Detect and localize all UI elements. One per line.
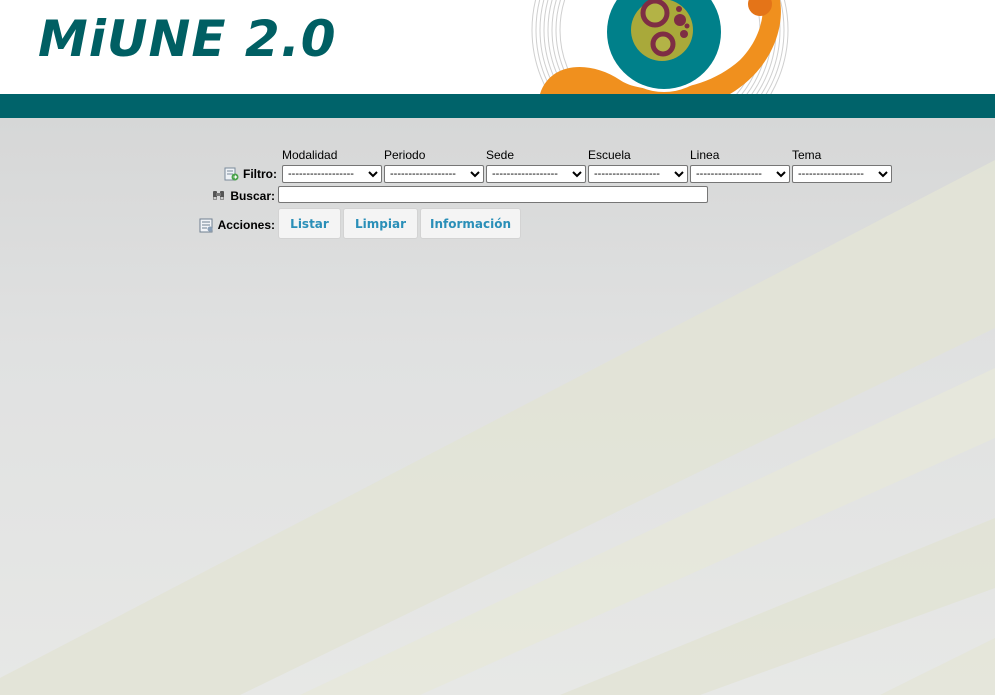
- informacion-button[interactable]: Información: [420, 208, 521, 239]
- select-sede[interactable]: ------------------: [486, 165, 586, 183]
- search-input[interactable]: [278, 186, 708, 203]
- logo-graphic: [531, 0, 789, 94]
- actions-row-label: Acciones:: [180, 215, 275, 235]
- filter-row-label: Filtro:: [180, 164, 277, 184]
- label-escuela: Escuela: [588, 148, 631, 162]
- select-tema[interactable]: ------------------: [792, 165, 892, 183]
- filter-icon: [224, 167, 239, 180]
- limpiar-button[interactable]: Limpiar: [343, 208, 418, 239]
- select-linea[interactable]: ------------------: [690, 165, 790, 183]
- select-periodo[interactable]: ------------------: [384, 165, 484, 183]
- listar-button[interactable]: Listar: [278, 208, 341, 239]
- label-modalidad: Modalidad: [282, 148, 338, 162]
- select-modalidad[interactable]: ------------------: [282, 165, 382, 183]
- search-row-label: Buscar:: [180, 186, 275, 205]
- filter-label: Filtro:: [243, 167, 277, 181]
- select-escuela[interactable]: ------------------: [588, 165, 688, 183]
- label-linea: Linea: [690, 148, 720, 162]
- app-logo-text: MiUNE 2.0: [38, 10, 337, 68]
- label-periodo: Periodo: [384, 148, 426, 162]
- actions-label: Acciones:: [217, 218, 275, 232]
- search-form: Modalidad Periodo Sede Escuela Linea Tem…: [0, 118, 995, 258]
- header-bar: [0, 94, 995, 118]
- header: MiUNE 2.0: [0, 0, 995, 94]
- search-label: Buscar:: [230, 188, 275, 203]
- actions-icon: [199, 218, 213, 232]
- label-sede: Sede: [486, 148, 515, 162]
- label-tema: Tema: [792, 148, 822, 162]
- binoculars-icon: [213, 191, 225, 200]
